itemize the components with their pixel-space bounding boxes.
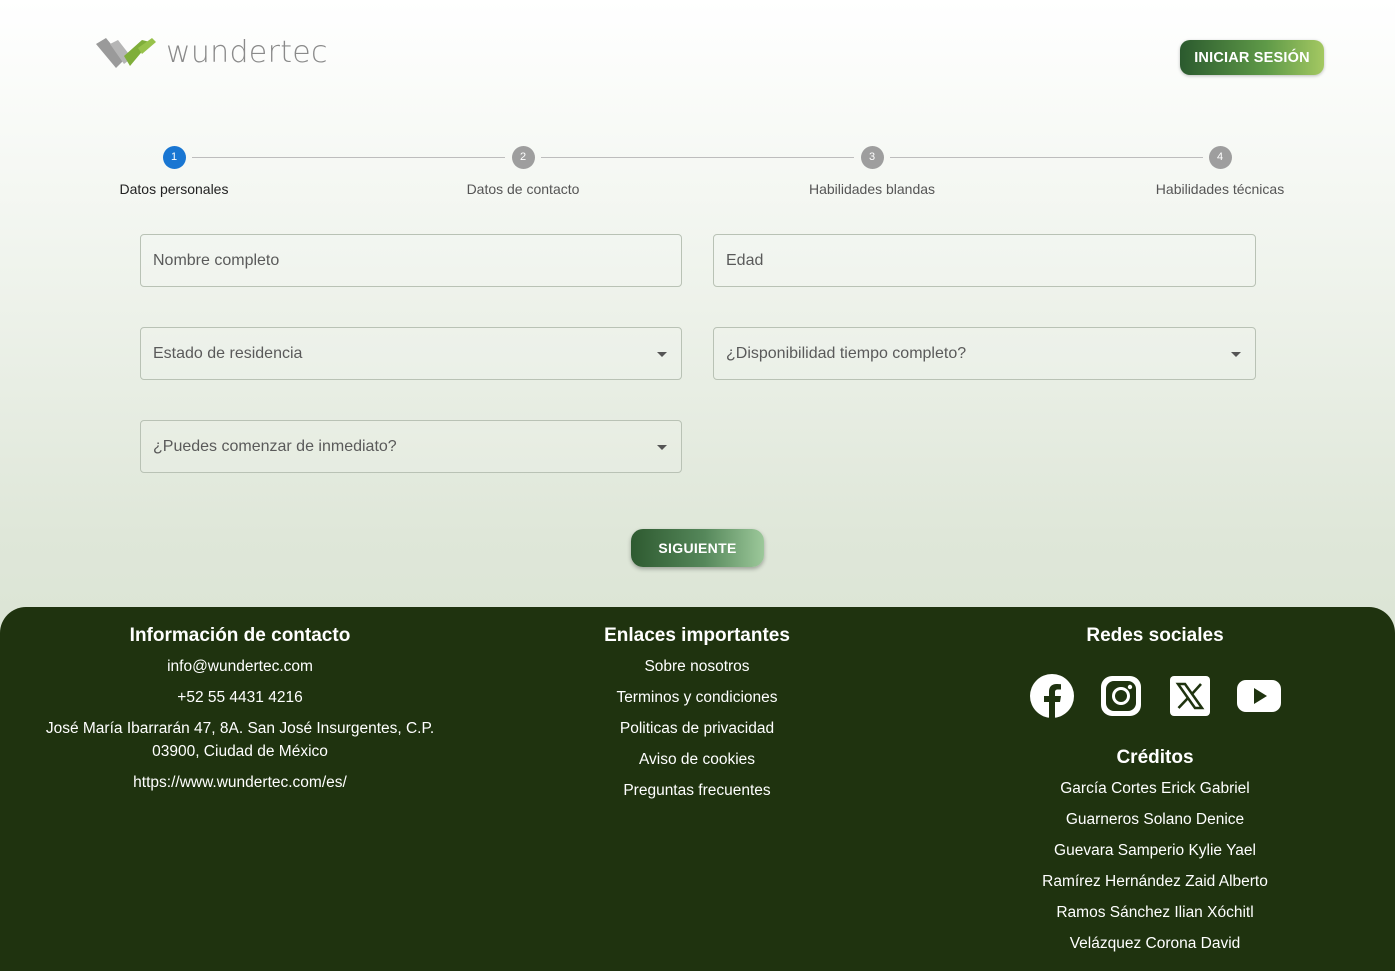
step-label: Habilidades técnicas [1155, 181, 1285, 197]
step-habilidades-blandas[interactable]: 3 Habilidades blandas [752, 146, 992, 197]
credits-section: Créditos García Cortes Erick Gabriel Gua… [1005, 747, 1305, 955]
link-preguntas[interactable]: Preguntas frecuentes [547, 779, 847, 802]
state-select[interactable]: Estado de residencia [140, 327, 682, 380]
important-links-section: Enlaces importantes Sobre nosotros Termi… [547, 607, 847, 810]
social-title: Redes sociales [1086, 625, 1224, 646]
contact-email-link[interactable]: info@wundertec.com [40, 655, 440, 678]
start-now-placeholder: ¿Puedes comenzar de inmediato? [153, 437, 397, 455]
youtube-icon[interactable] [1236, 673, 1282, 719]
header: wundertec INICIAR SESIÓN [0, 0, 1395, 110]
footer: Información de contacto info@wundertec.c… [0, 607, 1395, 971]
full-name-placeholder: Nombre completo [153, 251, 280, 269]
step-number-badge: 2 [511, 146, 535, 169]
state-placeholder: Estado de residencia [153, 344, 303, 362]
step-datos-personales[interactable]: 1 Datos personales [54, 146, 294, 197]
step-label: Datos personales [119, 181, 229, 197]
brand-logo[interactable]: wundertec [94, 34, 328, 70]
credit-name: Velázquez Corona David [1069, 935, 1241, 952]
start-now-select[interactable]: ¿Puedes comenzar de inmediato? [140, 420, 682, 473]
link-privacidad[interactable]: Politicas de privacidad [547, 717, 847, 740]
chevron-down-icon [1231, 352, 1241, 357]
age-placeholder: Edad [726, 251, 764, 269]
link-cookies[interactable]: Aviso de cookies [547, 748, 847, 771]
contact-phone: +52 55 4431 4216 [177, 689, 303, 706]
age-input[interactable]: Edad [713, 234, 1256, 287]
credit-name: García Cortes Erick Gabriel [1060, 780, 1250, 797]
login-button[interactable]: INICIAR SESIÓN [1180, 40, 1324, 75]
brand-name: wundertec [166, 34, 328, 70]
contact-address-line2: 03900, Ciudad de México [152, 743, 328, 760]
social-icons [1005, 673, 1305, 719]
step-number-badge: 3 [860, 146, 884, 169]
contact-website-link[interactable]: https://www.wundertec.com/es/ [40, 771, 440, 794]
link-terminos[interactable]: Terminos y condiciones [547, 686, 847, 709]
instagram-icon[interactable] [1098, 673, 1144, 719]
contact-info-title: Información de contacto [129, 625, 351, 646]
full-name-input[interactable]: Nombre completo [140, 234, 682, 287]
step-habilidades-tecnicas[interactable]: 4 Habilidades técnicas [1100, 146, 1340, 197]
step-label: Datos de contacto [466, 181, 580, 197]
social-section: Redes sociales Créditos García Cortes Er… [1005, 607, 1305, 963]
contact-info-section: Información de contacto info@wundertec.c… [40, 607, 440, 794]
wundertec-logo-icon [96, 38, 156, 68]
credit-name: Guarneros Solano Denice [1065, 811, 1245, 828]
step-label: Habilidades blandas [808, 181, 936, 197]
step-number-badge: 4 [1208, 146, 1232, 169]
contact-address-line1: José María Ibarrarán 47, 8A. San José In… [45, 720, 435, 737]
credits-title: Créditos [1116, 747, 1194, 768]
important-links-title: Enlaces importantes [604, 625, 790, 646]
full-time-placeholder: ¿Disponibilidad tiempo completo? [726, 344, 967, 362]
x-icon[interactable] [1167, 673, 1213, 719]
credit-name: Ramírez Hernández Zaid Alberto [1042, 873, 1268, 890]
facebook-icon[interactable] [1029, 673, 1075, 719]
step-number-badge: 1 [162, 146, 186, 169]
credit-name: Guevara Samperio Kylie Yael [1054, 842, 1256, 859]
chevron-down-icon [657, 445, 667, 450]
credit-name: Ramos Sánchez Ilian Xóchitl [1056, 904, 1254, 921]
form-stepper: 1 Datos personales 2 Datos de contacto 3… [0, 140, 1395, 210]
step-datos-contacto[interactable]: 2 Datos de contacto [403, 146, 643, 197]
chevron-down-icon [657, 352, 667, 357]
next-button[interactable]: SIGUIENTE [631, 529, 764, 567]
full-time-select[interactable]: ¿Disponibilidad tiempo completo? [713, 327, 1256, 380]
link-sobre-nosotros[interactable]: Sobre nosotros [547, 655, 847, 678]
